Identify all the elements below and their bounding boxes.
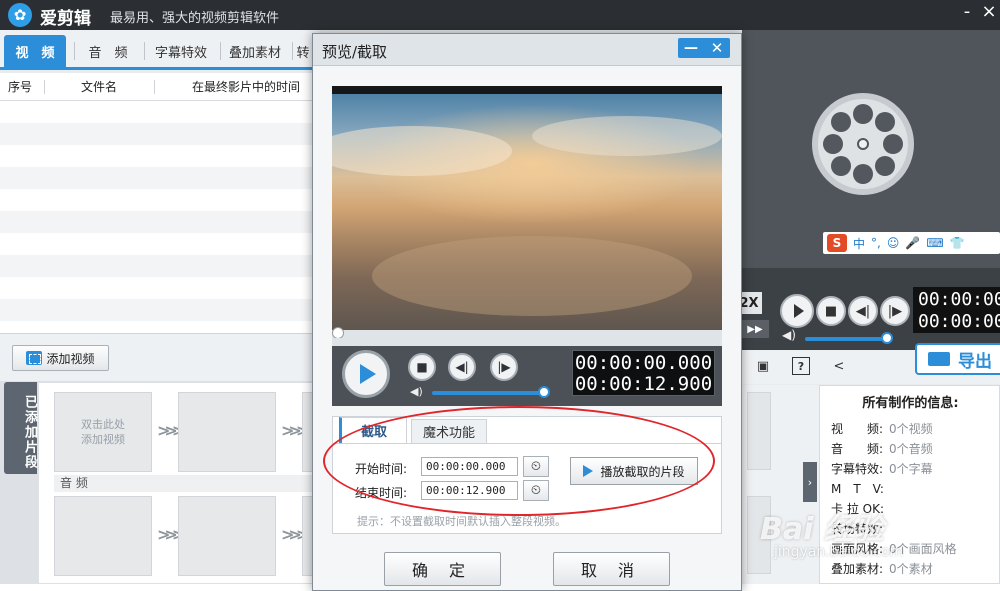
add-video-label: 添加视频 (46, 351, 95, 366)
cancel-button[interactable]: 取 消 (553, 552, 670, 586)
info-row-mtv: M T V: (831, 482, 884, 496)
ime-punct[interactable]: °, (871, 236, 881, 250)
film-reel-icon (812, 93, 914, 195)
storyboard-audio-slot[interactable] (178, 496, 276, 576)
info-expand-button[interactable]: › (803, 462, 817, 502)
fast-forward-button[interactable]: ▶▶ (741, 320, 769, 338)
main-time-current: 00:00:00 (918, 289, 1000, 310)
storyboard-audio-label: 音 频 (54, 475, 320, 492)
export-label: 导出 (958, 351, 992, 372)
dialog-time-display: 00:00:00.000 00:00:12.900 (572, 350, 715, 396)
chevron-right-icon: >>> (157, 525, 185, 544)
main-prev-frame-button[interactable]: ◀| (848, 296, 878, 326)
speaker-icon: ◀) (782, 328, 796, 342)
tab-subtitle-effects[interactable]: 字幕特效 (148, 35, 214, 67)
help-icon[interactable]: ? (792, 357, 810, 375)
column-index[interactable]: 序号 (8, 73, 32, 101)
emoji-icon[interactable]: ☺ (887, 236, 900, 250)
main-volume-slider[interactable] (805, 337, 887, 341)
info-title: 所有制作的信息: (862, 396, 959, 411)
ime-toolbar[interactable]: S 中 °, ☺ 🎤 ⌨ 👕 (823, 232, 1000, 254)
video-list-body[interactable] (0, 101, 320, 333)
dialog-prev-frame-button[interactable]: ◀| (448, 353, 476, 381)
dialog-titlebar[interactable]: 预览/截取 — ✕ (313, 34, 741, 66)
tab-video[interactable]: 视 频 (4, 35, 66, 67)
sogou-logo-icon: S (827, 234, 847, 252)
tab-overlay-material[interactable]: 叠加素材 (222, 35, 288, 67)
main-time-total: 00:00:00 (918, 311, 1000, 332)
chevron-right-icon: >>> (157, 421, 185, 440)
microphone-icon[interactable]: 🎤 (905, 236, 920, 250)
ok-button[interactable]: 确 定 (384, 552, 501, 586)
save-icon[interactable]: ▣ (754, 357, 772, 375)
watermark-url: jingyan.baidu.com (774, 544, 904, 560)
app-logo-icon: ✿ (8, 3, 32, 27)
chevron-right-icon: >>> (281, 525, 309, 544)
app-slogan: 最易用、强大的视频剪辑软件 (110, 11, 280, 26)
info-row-subtitle: 字幕特效: 0个字幕 (831, 462, 933, 476)
dialog-title: 预览/截取 (322, 43, 388, 61)
dialog-volume-slider[interactable] (432, 391, 544, 395)
chevron-right-icon: >>> (281, 421, 309, 440)
storyboard-audio-slot[interactable] (54, 496, 152, 576)
export-button[interactable]: 导出 (915, 343, 1000, 375)
dialog-player-controls: ■ ◀| |▶ ◀) 00:00:00.000 00:00:12.900 (332, 338, 722, 406)
speaker-icon: ◀) (410, 385, 423, 398)
video-list-header: 序号 文件名 在最终影片中的时间 (0, 73, 320, 101)
column-final-time[interactable]: 在最终影片中的时间 (192, 73, 300, 101)
info-row-overlay: 叠加素材: 0个素材 (831, 562, 933, 576)
dialog-time-current: 00:00:00.000 (574, 352, 713, 374)
tab-audio[interactable]: 音 频 (78, 35, 138, 67)
keyboard-icon[interactable]: ⌨ (926, 236, 943, 250)
app-name: 爱剪辑 (40, 9, 91, 29)
main-stop-button[interactable]: ■ (816, 296, 846, 326)
storyboard-slot[interactable] (747, 392, 771, 470)
app-titlebar: ✿ 爱剪辑 最易用、强大的视频剪辑软件 - × (0, 0, 1000, 30)
play-icon (360, 364, 376, 384)
dialog-volume-knob[interactable] (538, 386, 550, 398)
storyboard-slot[interactable] (178, 392, 276, 472)
video-preview[interactable] (332, 86, 722, 330)
stop-icon: ■ (416, 360, 428, 374)
export-icon (928, 352, 950, 366)
annotation-circle (323, 406, 715, 516)
dialog-play-button[interactable] (342, 350, 390, 398)
dialog-minimize-button[interactable]: — (678, 38, 704, 58)
share-icon[interactable]: < (830, 357, 848, 375)
watermark-logo: Bai 经验 (760, 512, 884, 547)
main-next-frame-button[interactable]: |▶ (880, 296, 910, 326)
dialog-close-button[interactable]: ✕ (704, 38, 730, 58)
slot-hint-text: 双击此处 添加视频 (81, 418, 125, 446)
storyboard-slot-add[interactable]: 双击此处 添加视频 (54, 392, 152, 472)
column-filename[interactable]: 文件名 (81, 73, 117, 101)
film-add-icon (26, 351, 43, 365)
info-row-video: 视 频: 0个视频 (831, 422, 933, 436)
tab-transition[interactable]: 转 (294, 35, 312, 67)
main-tab-bar: 视 频 音 频 字幕特效 叠加素材 转 (0, 30, 320, 70)
storyboard-side-tab[interactable]: 已添加片段 (4, 382, 37, 474)
ime-mode[interactable]: 中 (853, 235, 865, 252)
main-play-button[interactable] (780, 294, 814, 328)
video-list-footer: 添加视频 (0, 333, 320, 381)
add-video-button[interactable]: 添加视频 (12, 345, 109, 371)
skin-icon[interactable]: 👕 (950, 236, 965, 250)
video-progress-bar[interactable] (332, 330, 722, 338)
info-row-audio: 音 频: 0个音频 (831, 442, 933, 456)
dialog-next-frame-button[interactable]: |▶ (490, 353, 518, 381)
next-frame-icon: |▶ (497, 360, 511, 374)
main-time-display: 00:00:00 00:00:00 (913, 287, 1000, 333)
main-volume-knob[interactable] (881, 332, 893, 344)
prev-frame-icon: ◀| (455, 360, 469, 374)
window-minimize-button[interactable]: - (956, 0, 978, 22)
dialog-stop-button[interactable]: ■ (408, 353, 436, 381)
dialog-time-total: 00:00:12.900 (574, 373, 713, 395)
window-close-button[interactable]: × (978, 0, 1000, 22)
